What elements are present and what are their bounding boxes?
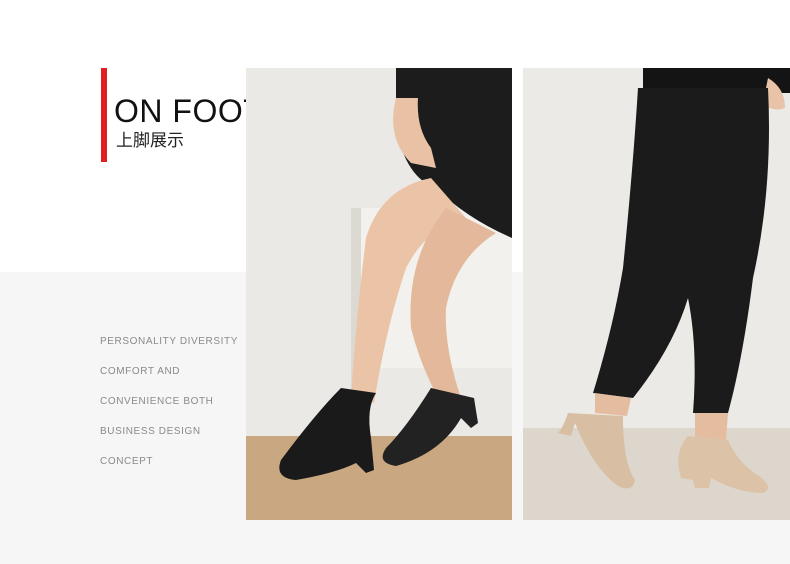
section-subtitle: 上脚展示: [116, 131, 184, 150]
feature-item: CONVENIENCE BOTH: [100, 396, 214, 407]
title-accent-bar: [101, 68, 107, 162]
section-title: ON FOOT: [114, 93, 264, 129]
on-foot-photo-black-shoes: [246, 68, 512, 520]
feature-item: CONCEPT: [100, 456, 154, 467]
feature-item: PERSONALITY DIVERSITY: [100, 336, 239, 347]
on-foot-photo-beige-shoes: [523, 68, 790, 520]
feature-item: COMFORT AND: [100, 366, 181, 377]
feature-list: PERSONALITY DIVERSITY COMFORT AND CONVEN…: [100, 336, 238, 486]
feature-item: BUSINESS DESIGN: [100, 426, 201, 437]
